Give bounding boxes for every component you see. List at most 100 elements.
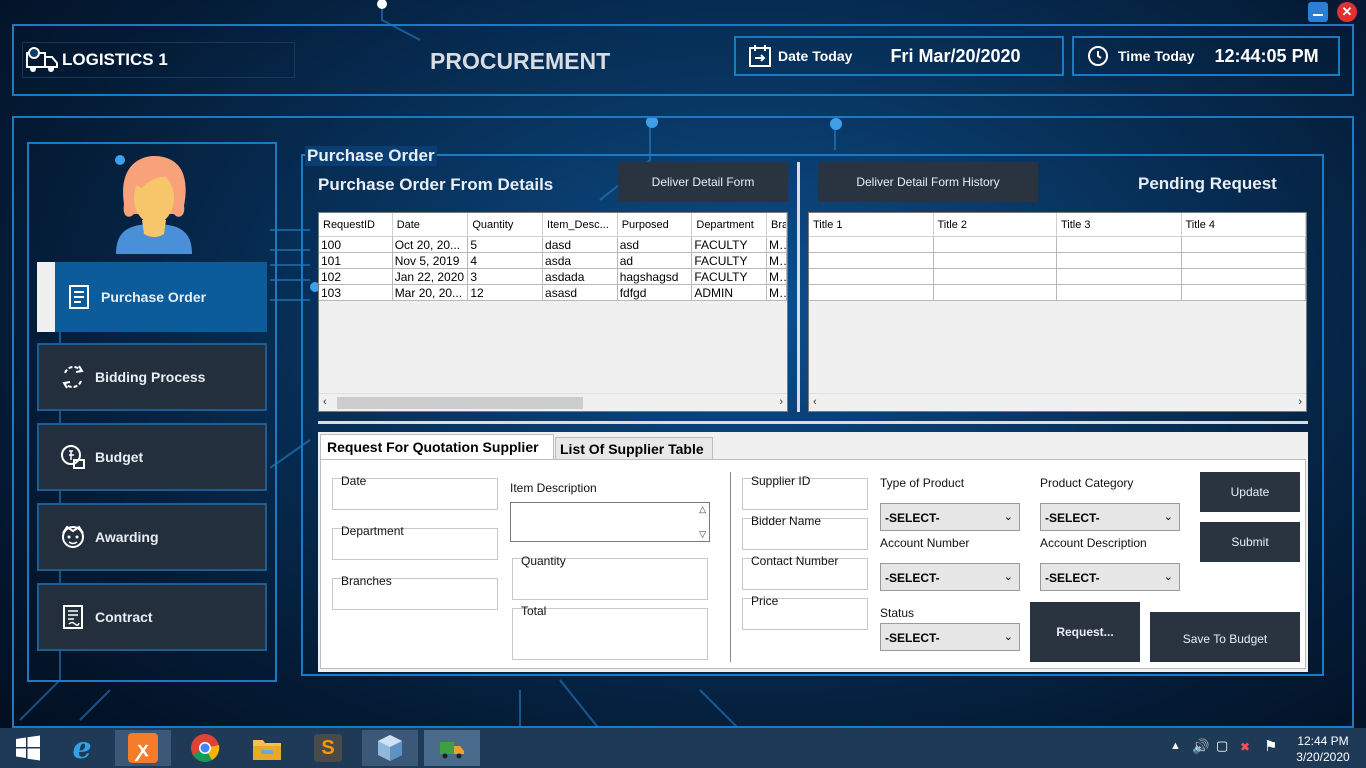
network-icon[interactable]: ▢ bbox=[1216, 738, 1228, 754]
sidebar-item-label: Bidding Process bbox=[95, 369, 206, 385]
tab-supplier-table[interactable]: List Of Supplier Table bbox=[555, 437, 713, 460]
column-header[interactable]: RequestID bbox=[319, 213, 393, 236]
po-details-title: Purchase Order From Details bbox=[318, 175, 554, 194]
minimize-button[interactable] bbox=[1308, 2, 1328, 22]
table-cell: asda bbox=[543, 253, 618, 268]
network-offline-icon[interactable]: ✖ bbox=[1240, 740, 1250, 754]
table-cell: 102 bbox=[319, 269, 393, 284]
sidebar-item-budget[interactable]: Budget bbox=[37, 423, 267, 491]
table-cell: FACULTY bbox=[692, 253, 768, 268]
product-category-label: Product Category bbox=[1040, 476, 1134, 490]
column-header[interactable]: Quantity bbox=[468, 213, 544, 236]
scroll-down-icon[interactable]: ▽ bbox=[699, 529, 706, 540]
deliver-detail-form-button[interactable]: Deliver Detail Form bbox=[618, 162, 788, 202]
clock-icon bbox=[1088, 46, 1108, 66]
table-cell: MA bbox=[769, 269, 787, 284]
column-header[interactable]: Department bbox=[692, 213, 768, 236]
table-row[interactable]: 102 Jan 22, 2020 3 asdada hagshagsd FACU… bbox=[319, 269, 787, 285]
pending-request-table[interactable]: Title 1 Title 2 Title 3 Title 4 ‹ › bbox=[808, 212, 1307, 412]
deliver-detail-history-button[interactable]: Deliver Detail Form History bbox=[818, 162, 1038, 202]
column-header[interactable]: Bra bbox=[767, 213, 787, 236]
contract-icon bbox=[59, 603, 87, 631]
table-row[interactable] bbox=[809, 253, 1306, 269]
taskbar-file-explorer[interactable] bbox=[239, 730, 295, 766]
select-value: -SELECT- bbox=[885, 631, 940, 645]
sidebar-item-purchase-order[interactable]: Purchase Order bbox=[55, 262, 267, 332]
column-header[interactable]: Title 3 bbox=[1057, 213, 1182, 236]
table-row[interactable]: 100 Oct 20, 20... 5 dasd asd FACULTY MA bbox=[319, 237, 787, 253]
request-button[interactable]: Request... bbox=[1030, 602, 1140, 662]
scroll-left-icon[interactable]: ‹ bbox=[323, 396, 327, 408]
taskbar-chrome[interactable] bbox=[177, 730, 233, 766]
total-label: Total bbox=[521, 604, 547, 618]
column-header[interactable]: Purposed bbox=[618, 213, 693, 236]
save-to-budget-button[interactable]: Save To Budget bbox=[1150, 612, 1300, 662]
table-cell: 3 bbox=[468, 269, 544, 284]
table-cell bbox=[1057, 285, 1182, 300]
scroll-right-icon[interactable]: › bbox=[1298, 396, 1302, 408]
app-name: LOGISTICS 1 bbox=[62, 50, 168, 69]
bidder-name-label: Bidder Name bbox=[751, 514, 822, 528]
column-header[interactable]: Title 2 bbox=[934, 213, 1057, 236]
scroll-right-icon[interactable]: › bbox=[779, 396, 783, 408]
table-row[interactable] bbox=[809, 237, 1306, 253]
date-label: Date Today bbox=[778, 48, 853, 64]
item-description-textarea[interactable]: △ ▽ bbox=[510, 502, 710, 542]
horizontal-scrollbar[interactable]: ‹ › bbox=[809, 393, 1306, 411]
account-number-select[interactable]: -SELECT- ⌄ bbox=[880, 563, 1020, 591]
xampp-icon: ꭗ bbox=[128, 733, 158, 763]
type-of-product-select[interactable]: -SELECT- ⌄ bbox=[880, 503, 1020, 531]
status-select[interactable]: -SELECT- ⌄ bbox=[880, 623, 1020, 651]
select-value: -SELECT- bbox=[1045, 571, 1100, 585]
table-row[interactable]: 101 Nov 5, 2019 4 asda ad FACULTY MV bbox=[319, 253, 787, 269]
windows-start-button[interactable] bbox=[0, 730, 56, 766]
chevron-down-icon: ⌄ bbox=[1163, 571, 1173, 583]
submit-button[interactable]: Submit bbox=[1200, 522, 1300, 562]
tray-expand-icon[interactable]: ▲ bbox=[1170, 740, 1181, 752]
table-cell: 5 bbox=[468, 237, 544, 252]
tab-request-quotation[interactable]: Request For Quotation Supplier bbox=[320, 434, 554, 460]
column-header[interactable]: Item_Desc... bbox=[543, 213, 618, 236]
column-header[interactable]: Title 1 bbox=[809, 213, 934, 236]
scroll-up-icon[interactable]: △ bbox=[699, 504, 706, 515]
update-button[interactable]: Update bbox=[1200, 472, 1300, 512]
scroll-thumb[interactable] bbox=[337, 397, 583, 409]
product-category-select[interactable]: -SELECT- ⌄ bbox=[1040, 503, 1180, 531]
close-button[interactable]: ✕ bbox=[1337, 2, 1357, 22]
table-row[interactable]: 103 Mar 20, 20... 12 asasd fdfgd ADMIN M… bbox=[319, 285, 787, 301]
time-value: 12:44:05 PM bbox=[1214, 45, 1319, 66]
action-center-flag-icon[interactable]: ⚑ bbox=[1264, 737, 1277, 755]
table-cell: MV bbox=[769, 253, 787, 268]
table-row[interactable] bbox=[809, 269, 1306, 285]
horizontal-scrollbar[interactable]: ‹ › bbox=[319, 393, 787, 411]
volume-icon[interactable]: 🔊 bbox=[1192, 738, 1209, 755]
table-cell: Oct 20, 20... bbox=[393, 237, 469, 252]
taskbar-internet-explorer[interactable]: e bbox=[54, 730, 110, 766]
table-cell bbox=[809, 269, 934, 284]
department-label: Department bbox=[341, 524, 404, 538]
sidebar-item-contract[interactable]: Contract bbox=[37, 583, 267, 651]
table-cell bbox=[809, 253, 934, 268]
sidebar-item-awarding[interactable]: Awarding bbox=[37, 503, 267, 571]
table-cell bbox=[1182, 253, 1306, 268]
taskbar-xampp[interactable]: ꭗ bbox=[115, 730, 171, 766]
sidebar-item-bidding-process[interactable]: Bidding Process bbox=[37, 343, 267, 411]
account-description-select[interactable]: -SELECT- ⌄ bbox=[1040, 563, 1180, 591]
scroll-left-icon[interactable]: ‹ bbox=[813, 396, 817, 408]
virtualbox-icon bbox=[378, 735, 402, 761]
date-panel: Date Today Fri Mar/20/2020 bbox=[734, 36, 1064, 76]
table-cell: Nov 5, 2019 bbox=[393, 253, 469, 268]
taskbar-sublime-text[interactable]: S bbox=[300, 730, 356, 766]
column-header[interactable]: Title 4 bbox=[1182, 213, 1306, 236]
table-row[interactable] bbox=[809, 285, 1306, 301]
tray-clock[interactable]: 12:44 PM 3/20/2020 bbox=[1292, 733, 1354, 765]
page-title: PROCUREMENT bbox=[430, 48, 611, 74]
table-cell: asasd bbox=[543, 285, 618, 300]
taskbar-virtualbox[interactable] bbox=[362, 730, 418, 766]
taskbar-logistics-app[interactable] bbox=[424, 730, 480, 766]
section-title: Purchase Order bbox=[305, 146, 437, 166]
column-header[interactable]: Date bbox=[393, 213, 469, 236]
table-cell: 101 bbox=[319, 253, 393, 268]
table-cell bbox=[809, 285, 934, 300]
purchase-order-table[interactable]: RequestID Date Quantity Item_Desc... Pur… bbox=[318, 212, 788, 412]
